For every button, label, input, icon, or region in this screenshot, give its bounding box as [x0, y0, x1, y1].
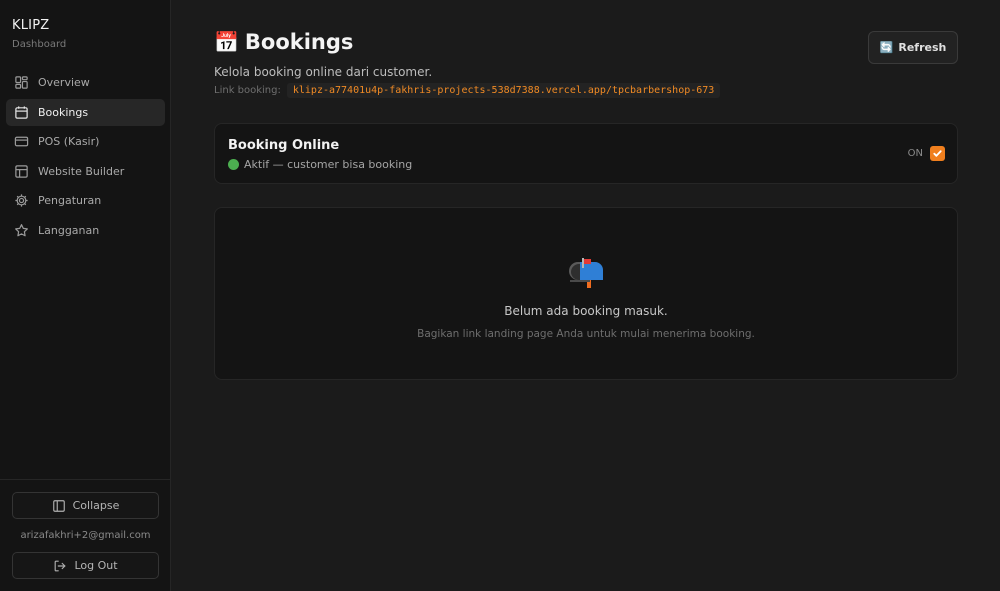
sidebar-item-label: Pengaturan: [38, 194, 102, 208]
booking-link-row: Link booking: klipz-a77401u4p-fakhris-pr…: [214, 83, 721, 98]
sidebar-item-langganan[interactable]: Langganan: [6, 217, 165, 244]
calendar-emoji-icon: 📅: [214, 30, 239, 54]
layout-icon: [14, 164, 29, 179]
sidebar-item-label: Website Builder: [38, 164, 125, 178]
booking-link-url[interactable]: klipz-a77401u4p-fakhris-projects-538d738…: [286, 83, 721, 98]
empty-state-title: Belum ada booking masuk.: [504, 304, 668, 318]
booking-link-label: Link booking:: [214, 85, 281, 96]
refresh-label: Refresh: [898, 41, 947, 54]
logout-icon: [55, 560, 67, 571]
grid-icon: [14, 75, 29, 90]
refresh-icon: 🔄: [879, 41, 894, 54]
sidebar-item-label: Bookings: [38, 105, 89, 119]
mailbox-icon: [569, 258, 603, 288]
sidebar-nav: Overview Bookings POS (Kasir) Website Bu…: [6, 69, 165, 247]
main-content: 📅 Bookings Kelola booking online dari cu…: [172, 0, 1000, 591]
sidebar-item-pos[interactable]: POS (Kasir): [6, 128, 165, 155]
page-title: 📅 Bookings: [214, 30, 353, 54]
status-dot-icon: [228, 159, 239, 170]
sidebar-panel-icon: [52, 499, 65, 512]
brand-subtitle: Dashboard: [12, 39, 67, 50]
page-title-text: Bookings: [244, 30, 354, 54]
sidebar-item-overview[interactable]: Overview: [6, 69, 165, 96]
sidebar-item-pengaturan[interactable]: Pengaturan: [6, 187, 165, 214]
sidebar: KLIPZ Dashboard Overview Bookings POS (K…: [0, 0, 171, 591]
empty-state-card: Belum ada booking masuk. Bagikan link la…: [214, 207, 958, 380]
logout-label: Log Out: [74, 559, 118, 572]
user-email: arizafakhri+2@gmail.com: [20, 530, 151, 541]
booking-toggle: ON: [908, 146, 945, 161]
credit-card-icon: [14, 134, 29, 149]
booking-online-checkbox[interactable]: [930, 146, 945, 161]
calendar-icon: [14, 105, 29, 120]
checkmark-icon: [933, 150, 942, 157]
star-icon: [14, 223, 29, 238]
collapse-label: Collapse: [72, 499, 120, 512]
collapse-button[interactable]: Collapse: [12, 492, 159, 519]
toggle-label: ON: [907, 148, 923, 159]
refresh-button[interactable]: 🔄 Refresh: [868, 31, 958, 64]
gear-icon: [14, 193, 29, 208]
sidebar-item-label: Overview: [38, 76, 90, 89]
brand-name: KLIPZ: [12, 18, 50, 33]
booking-status-text: Aktif — customer bisa booking: [244, 158, 413, 171]
page-subtitle: Kelola booking online dari customer.: [214, 65, 433, 79]
sidebar-item-website-builder[interactable]: Website Builder: [6, 158, 165, 185]
logout-button[interactable]: Log Out: [12, 552, 159, 579]
booking-status: Aktif — customer bisa booking: [228, 158, 412, 171]
sidebar-footer: Collapse arizafakhri+2@gmail.com Log Out: [0, 479, 171, 591]
sidebar-item-label: POS (Kasir): [38, 135, 100, 149]
brand: KLIPZ Dashboard: [12, 18, 66, 50]
booking-online-title: Booking Online: [228, 138, 340, 153]
sidebar-item-bookings[interactable]: Bookings: [6, 98, 165, 126]
sidebar-item-label: Langganan: [38, 223, 100, 237]
booking-online-card: Booking Online Aktif — customer bisa boo…: [214, 123, 958, 184]
empty-state-description: Bagikan link landing page Anda untuk mul…: [417, 328, 755, 340]
